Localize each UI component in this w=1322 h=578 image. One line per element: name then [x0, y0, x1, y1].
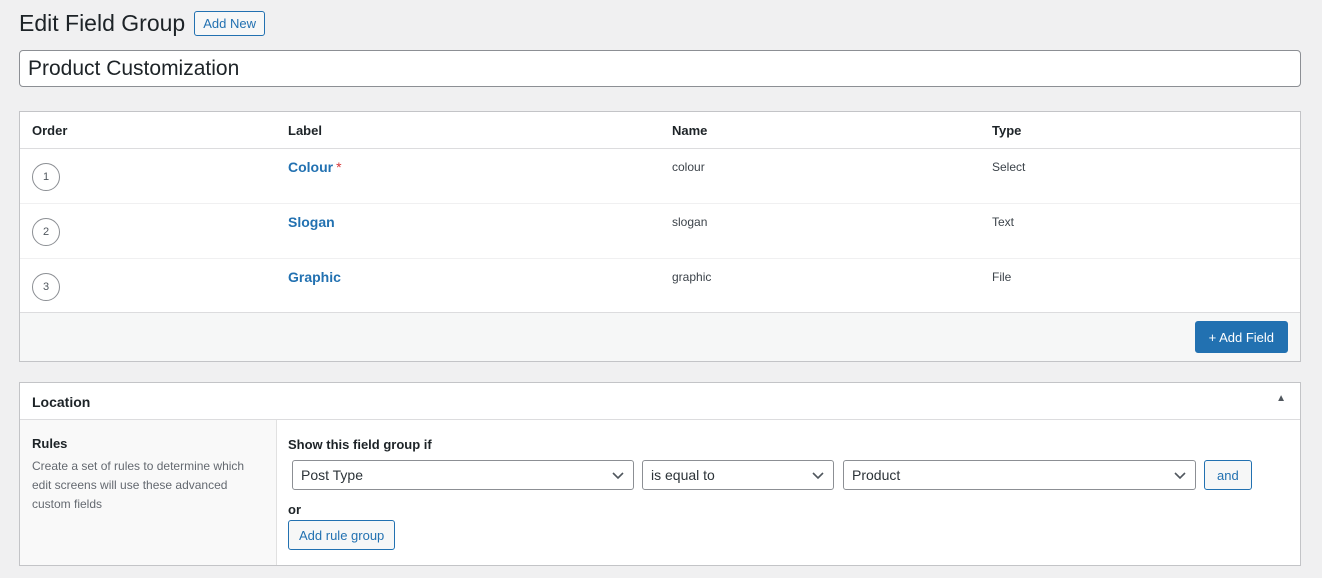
rule-operator-select[interactable]: is equal to: [642, 460, 834, 490]
add-field-button[interactable]: + Add Field: [1194, 321, 1288, 353]
add-new-button[interactable]: Add New: [194, 10, 265, 36]
rules-sidebar: Rules Create a set of rules to determine…: [20, 420, 277, 565]
required-indicator: *: [336, 159, 342, 175]
field-label-link[interactable]: Colour *: [288, 159, 342, 175]
location-body: Rules Create a set of rules to determine…: [20, 420, 1300, 565]
field-group-title-input[interactable]: [19, 50, 1301, 87]
column-order: Order: [32, 123, 68, 138]
field-name: slogan: [672, 215, 708, 229]
fields-footer: + Add Field: [20, 312, 1300, 361]
field-type: Text: [992, 215, 1015, 229]
location-header[interactable]: Location ▲: [20, 383, 1300, 420]
rules-editor: Show this field group if Post Type is eq…: [288, 420, 1300, 565]
chevron-down-icon: [812, 472, 824, 480]
and-rule-button[interactable]: and: [1204, 460, 1252, 490]
chevron-down-icon: [1174, 472, 1186, 480]
rule-param-value: Post Type: [301, 467, 364, 483]
rule-operator-value: is equal to: [651, 467, 715, 483]
field-label-link[interactable]: Slogan: [288, 214, 335, 230]
field-label-text[interactable]: Slogan: [288, 214, 335, 230]
field-type: File: [992, 270, 1012, 284]
field-label-link[interactable]: Graphic: [288, 269, 341, 285]
location-panel: Location ▲ Rules Create a set of rules t…: [19, 382, 1301, 566]
show-if-label: Show this field group if: [288, 437, 432, 452]
rule-value-select[interactable]: Product: [843, 460, 1196, 490]
location-title: Location: [32, 394, 91, 410]
field-row[interactable]: 2 Slogan slogan Text: [20, 204, 1300, 259]
rules-title: Rules: [32, 436, 68, 451]
field-order-handle[interactable]: 2: [32, 218, 60, 246]
field-type: Select: [992, 160, 1026, 174]
rules-description: Create a set of rules to determine which…: [32, 459, 245, 511]
or-label: or: [288, 502, 301, 517]
field-row[interactable]: 1 Colour * colour Select: [20, 149, 1300, 204]
column-type: Type: [992, 123, 1022, 138]
field-label-text[interactable]: Graphic: [288, 269, 341, 285]
field-order-handle[interactable]: 1: [32, 163, 60, 191]
page-title: Edit Field Group: [19, 10, 186, 36]
rule-value-value: Product: [852, 467, 901, 483]
triangle-up-icon[interactable]: ▲: [1276, 393, 1286, 404]
fields-panel: Order Label Name Type 1 Colour * colour S…: [19, 111, 1301, 362]
field-order-handle[interactable]: 3: [32, 273, 60, 301]
add-rule-group-button[interactable]: Add rule group: [288, 520, 396, 550]
rule-param-select[interactable]: Post Type: [292, 460, 634, 490]
field-label-text[interactable]: Colour: [288, 159, 333, 175]
column-name: Name: [672, 123, 708, 138]
column-label: Label: [288, 123, 322, 138]
field-row[interactable]: 3 Graphic graphic File: [20, 259, 1300, 314]
chevron-down-icon: [612, 472, 624, 480]
page-header: Edit Field Group Add New: [19, 8, 265, 38]
field-name: colour: [672, 160, 705, 174]
fields-table-header: Order Label Name Type: [20, 112, 1300, 149]
field-name: graphic: [672, 270, 712, 284]
